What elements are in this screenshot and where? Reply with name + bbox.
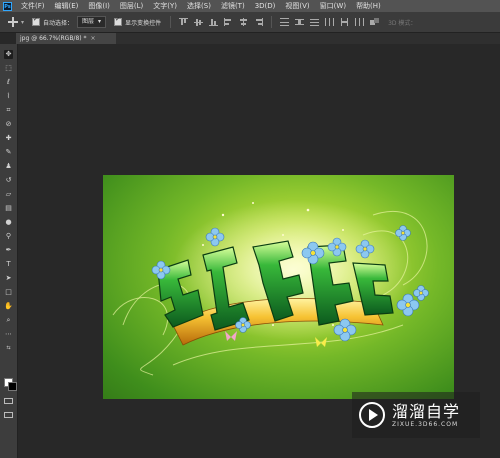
- blur-icon[interactable]: ●: [4, 218, 13, 227]
- menu-select[interactable]: 选择(S): [182, 1, 216, 11]
- align-right-icon[interactable]: [254, 18, 264, 26]
- distribute-vcenter-icon[interactable]: [295, 18, 305, 26]
- menu-help[interactable]: 帮助(H): [351, 1, 386, 11]
- shape-icon[interactable]: □: [4, 288, 13, 297]
- artwork-image: [112, 200, 429, 376]
- distribute-left-icon[interactable]: [325, 18, 335, 26]
- gradient-icon[interactable]: ▤: [4, 204, 13, 213]
- healing-icon[interactable]: ✚: [4, 134, 13, 143]
- divider: [271, 16, 273, 28]
- chevron-down-icon[interactable]: ▾: [21, 19, 24, 26]
- zoom-icon[interactable]: ⌕: [4, 316, 13, 325]
- watermark: 溜溜自学 ZIXUE.3D66.COM: [352, 392, 480, 438]
- crop-icon[interactable]: ⌗: [4, 106, 13, 115]
- lasso-icon[interactable]: ℓ: [4, 78, 13, 87]
- align-left-icon[interactable]: [224, 18, 233, 26]
- menu-type[interactable]: 文字(Y): [148, 1, 182, 11]
- marquee-icon[interactable]: ⬚: [4, 64, 13, 73]
- align-bottom-icon[interactable]: [209, 18, 219, 26]
- align-vcenter-icon[interactable]: [194, 18, 204, 26]
- screen-mode-icon[interactable]: [4, 412, 13, 418]
- watermark-text: 溜溜自学 ZIXUE.3D66.COM: [392, 401, 461, 428]
- menu-layer[interactable]: 图层(L): [115, 1, 148, 11]
- watermark-title: 溜溜自学: [392, 401, 461, 421]
- dodge-icon[interactable]: ⚲: [4, 232, 13, 241]
- divider: [170, 16, 172, 28]
- tools-panel: ✥ ⬚ ℓ ⌇ ⌗ ⊘ ✚ ✎ ♟ ↺ ▱ ▤ ● ⚲ ✒ T ➤ □ ✋ ⌕ …: [0, 44, 18, 458]
- eraser-icon[interactable]: ▱: [4, 190, 13, 199]
- auto-select-value: 图层: [82, 18, 95, 25]
- auto-select-checkbox[interactable]: [32, 16, 41, 26]
- brush-icon[interactable]: ✎: [4, 148, 13, 157]
- document-tab-bar: jpg @ 66.7%(RGB/8) * ×: [16, 33, 500, 44]
- hand-icon[interactable]: ✋: [4, 302, 13, 311]
- show-transform-checkbox[interactable]: [114, 16, 123, 26]
- watermark-logo-icon: [359, 402, 385, 428]
- auto-select-label: 自动选择：: [43, 19, 74, 27]
- path-select-icon[interactable]: ➤: [4, 274, 13, 283]
- type-icon[interactable]: T: [4, 260, 13, 269]
- document-image[interactable]: [103, 175, 454, 399]
- history-brush-icon[interactable]: ↺: [4, 176, 13, 185]
- 3d-mode-label: 3D 模式：: [388, 19, 417, 27]
- options-bar: ▾ 自动选择： 图层 ▾ 显示变换控件 3D 模式：: [0, 12, 500, 33]
- menu-file[interactable]: 文件(F): [16, 1, 50, 11]
- swap-colors-icon[interactable]: ⇆: [4, 344, 13, 353]
- menu-window[interactable]: 窗口(W): [315, 1, 351, 11]
- move-icon[interactable]: ✥: [4, 50, 13, 59]
- quick-select-icon[interactable]: ⌇: [4, 92, 13, 101]
- pen-icon[interactable]: ✒: [4, 246, 13, 255]
- distribute-hcenter-icon[interactable]: [340, 18, 349, 26]
- menu-edit[interactable]: 编辑(E): [50, 1, 84, 11]
- auto-select-dropdown[interactable]: 图层 ▾: [77, 16, 107, 28]
- menu-3d[interactable]: 3D(D): [250, 2, 281, 10]
- distribute-right-icon[interactable]: [355, 18, 365, 26]
- watermark-subtitle: ZIXUE.3D66.COM: [392, 420, 459, 428]
- eyedropper-icon[interactable]: ⊘: [4, 120, 13, 129]
- quick-mask-icon[interactable]: [4, 398, 13, 404]
- chevron-down-icon: ▾: [98, 18, 102, 25]
- document-tab[interactable]: jpg @ 66.7%(RGB/8) * ×: [16, 33, 116, 44]
- move-tool-icon[interactable]: [8, 17, 18, 27]
- distribute-bottom-icon[interactable]: [310, 18, 320, 26]
- more-tools-icon[interactable]: ⋯: [4, 330, 13, 339]
- distribute-top-icon[interactable]: [280, 18, 290, 26]
- photoshop-logo-icon: Ps: [3, 1, 12, 11]
- menu-filter[interactable]: 滤镜(T): [216, 1, 250, 11]
- clone-stamp-icon[interactable]: ♟: [4, 162, 13, 171]
- document-tab-title: jpg @ 66.7%(RGB/8) *: [20, 35, 87, 42]
- menu-image[interactable]: 图像(I): [83, 1, 115, 11]
- background-color-swatch[interactable]: [8, 382, 17, 391]
- align-top-icon[interactable]: [179, 18, 189, 26]
- close-icon[interactable]: ×: [91, 35, 96, 42]
- auto-align-icon[interactable]: [370, 18, 380, 26]
- align-hcenter-icon[interactable]: [239, 18, 248, 26]
- show-transform-label: 显示变换控件: [125, 19, 162, 27]
- menu-bar: Ps 文件(F) 编辑(E) 图像(I) 图层(L) 文字(Y) 选择(S) 滤…: [0, 0, 500, 12]
- menu-view[interactable]: 视图(V): [280, 1, 314, 11]
